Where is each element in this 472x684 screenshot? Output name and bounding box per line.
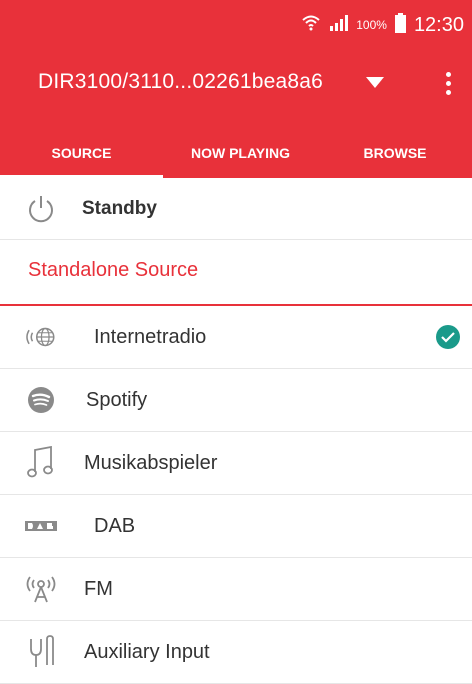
power-icon	[24, 192, 58, 226]
tab-source[interactable]: SOURCE	[0, 128, 163, 178]
status-bar: 100% 12:30	[302, 10, 464, 40]
wifi-icon	[302, 15, 320, 36]
list-item-spotify[interactable]: Spotify	[0, 369, 472, 432]
device-selector[interactable]: DIR3100/3110...02261bea8a6	[0, 60, 472, 106]
battery-icon	[394, 12, 406, 38]
aux-input-icon	[24, 635, 58, 669]
fm-label: FM	[84, 577, 113, 600]
more-vert-icon[interactable]	[436, 68, 460, 98]
internetradio-label: Internetradio	[94, 325, 207, 348]
app-bar: 100% 12:30 DIR3100/3110...02261bea8a6 SO…	[0, 0, 472, 178]
list-item-musikabspieler[interactable]: Musikabspieler	[0, 432, 472, 495]
fm-antenna-icon	[24, 572, 58, 606]
device-name[interactable]: DIR3100/3110...02261bea8a6	[38, 70, 323, 94]
list-item-standby[interactable]: Standby	[0, 178, 472, 240]
section-header: Standalone Source	[0, 240, 472, 306]
tab-source-label: SOURCE	[51, 145, 112, 161]
signal-icon	[328, 14, 349, 36]
list-item-dab[interactable]: DAB	[0, 495, 472, 558]
list-item-fm[interactable]: FM	[0, 558, 472, 621]
dab-icon	[24, 509, 58, 543]
section-title: Standalone Source	[28, 259, 199, 281]
tab-now-playing[interactable]: NOW PLAYING	[163, 128, 318, 178]
battery-percent: 100%	[356, 18, 387, 32]
source-list: Standby Standalone Source Internetradio	[0, 178, 472, 684]
check-icon	[436, 325, 460, 349]
caret-down-icon[interactable]	[366, 76, 384, 90]
list-item-internetradio[interactable]: Internetradio	[0, 306, 472, 369]
spotify-label: Spotify	[86, 388, 148, 411]
tab-browse-label: BROWSE	[363, 145, 427, 161]
tab-bar: SOURCE NOW PLAYING BROWSE	[0, 128, 472, 178]
music-note-icon	[24, 446, 58, 480]
musikabspieler-label: Musikabspieler	[84, 451, 218, 474]
dab-label: DAB	[94, 514, 136, 537]
auxiliary-input-label: Auxiliary Input	[84, 640, 210, 663]
standby-label: Standby	[82, 197, 157, 219]
internet-radio-icon	[24, 320, 58, 354]
list-item-auxiliary-input[interactable]: Auxiliary Input	[0, 621, 472, 684]
spotify-icon	[24, 383, 58, 417]
tab-now-playing-label: NOW PLAYING	[190, 145, 291, 161]
status-time: 12:30	[413, 13, 464, 36]
tab-browse[interactable]: BROWSE	[318, 128, 472, 178]
